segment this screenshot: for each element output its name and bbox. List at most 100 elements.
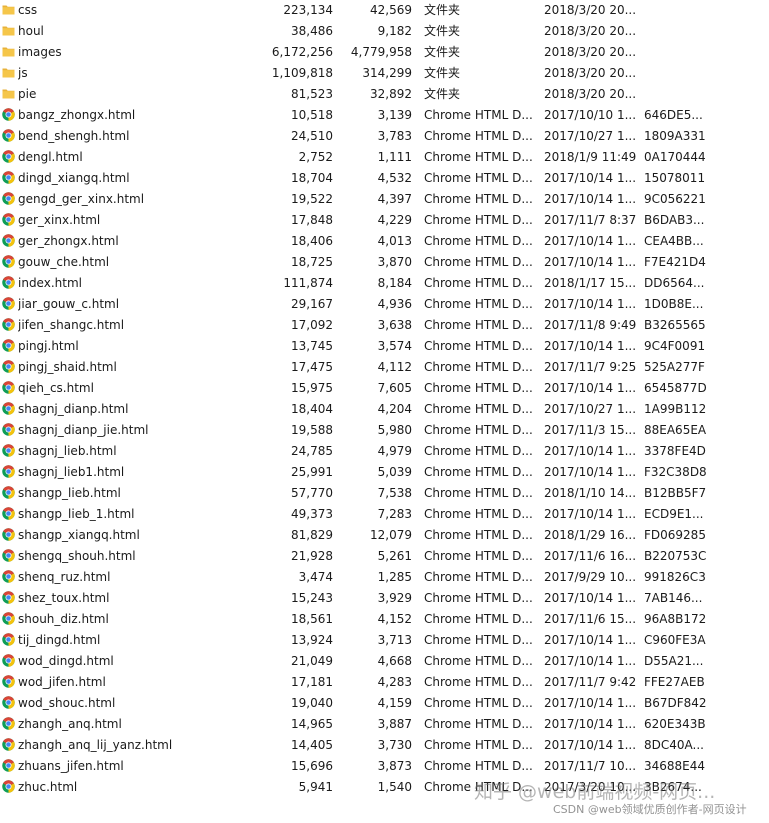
- crc-value: 1809A331: [644, 129, 706, 143]
- file-size: 24,510: [291, 129, 333, 143]
- folder-row[interactable]: houl 38,486 9,182 文件夹 2018/3/20 20...: [0, 21, 769, 42]
- folder-row[interactable]: css 223,134 42,569 文件夹 2018/3/20 20...: [0, 0, 769, 21]
- file-type: Chrome HTML D...: [424, 192, 533, 206]
- modified-date: 2017/10/14 1...: [544, 444, 636, 458]
- crc-value: C960FE3A: [644, 633, 706, 647]
- file-row[interactable]: shangp_lieb_1.html 49,373 7,283 Chrome HTML…: [0, 504, 769, 525]
- file-row[interactable]: tij_dingd.html 13,924 3,713 Chrome HTML D..…: [0, 630, 769, 651]
- modified-date: 2018/3/20 20...: [544, 66, 636, 80]
- file-type: Chrome HTML D...: [424, 360, 533, 374]
- file-row[interactable]: zhangh_anq.html 14,965 3,887 Chrome HTML D.…: [0, 714, 769, 735]
- packed-size: 4,532: [377, 171, 412, 185]
- file-row[interactable]: bangz_zhongx.html 10,518 3,139 Chrome HTML …: [0, 105, 769, 126]
- file-row[interactable]: wod_dingd.html 21,049 4,668 Chrome HTML D..…: [0, 651, 769, 672]
- file-row[interactable]: jiar_gouw_c.html 29,167 4,936 Chrome HTML D…: [0, 294, 769, 315]
- file-name: ger_xinx.html: [18, 213, 101, 227]
- modified-date: 2017/10/14 1...: [544, 717, 636, 731]
- modified-date: 2017/11/7 9:42: [544, 675, 636, 689]
- file-name: pie: [18, 87, 37, 101]
- file-name: ger_zhongx.html: [18, 234, 119, 248]
- file-name: bend_shengh.html: [18, 129, 130, 143]
- chrome-html-icon: [2, 234, 15, 247]
- file-row[interactable]: pingj.html 13,745 3,574 Chrome HTML D... 201…: [0, 336, 769, 357]
- folder-icon: [2, 66, 15, 79]
- file-row[interactable]: zhuans_jifen.html 15,696 3,873 Chrome HTML …: [0, 756, 769, 777]
- modified-date: 2018/1/17 15...: [544, 276, 636, 290]
- file-type: Chrome HTML D...: [424, 255, 533, 269]
- file-size: 29,167: [291, 297, 333, 311]
- file-row[interactable]: shagnj_lieb.html 24,785 4,979 Chrome HTML D…: [0, 441, 769, 462]
- crc-value: 646DE5...: [644, 108, 703, 122]
- file-row[interactable]: ger_xinx.html 17,848 4,229 Chrome HTML D...…: [0, 210, 769, 231]
- file-name: shagnj_dianp_jie.html: [18, 423, 149, 437]
- file-row[interactable]: index.html 111,874 8,184 Chrome HTML D... 20…: [0, 273, 769, 294]
- file-row[interactable]: shenq_ruz.html 3,474 1,285 Chrome HTML D...…: [0, 567, 769, 588]
- file-row[interactable]: shagnj_dianp.html 18,404 4,204 Chrome HTML …: [0, 399, 769, 420]
- chrome-html-icon: [2, 339, 15, 352]
- packed-size: 4,397: [377, 192, 412, 206]
- chrome-html-icon: [2, 591, 15, 604]
- packed-size: 3,730: [377, 738, 412, 752]
- packed-size: 1,111: [377, 150, 412, 164]
- file-name: houl: [18, 24, 44, 38]
- chrome-html-icon: [2, 696, 15, 709]
- file-row[interactable]: ger_zhongx.html 18,406 4,013 Chrome HTML D.…: [0, 231, 769, 252]
- folder-icon: [2, 87, 15, 100]
- file-row[interactable]: shangp_xiangq.html 81,829 12,079 Chrome HTM…: [0, 525, 769, 546]
- packed-size: 42,569: [370, 3, 412, 17]
- folder-row[interactable]: pie 81,523 32,892 文件夹 2018/3/20 20...: [0, 84, 769, 105]
- folder-row[interactable]: js 1,109,818 314,299 文件夹 2018/3/20 20...: [0, 63, 769, 84]
- packed-size: 7,283: [377, 507, 412, 521]
- file-row[interactable]: shez_toux.html 15,243 3,929 Chrome HTML D..…: [0, 588, 769, 609]
- packed-size: 4,229: [377, 213, 412, 227]
- file-row[interactable]: zhangh_anq_lij_yanz.html 14,405 3,730 Chrom…: [0, 735, 769, 756]
- crc-value: 96A8B172: [644, 612, 707, 626]
- file-row[interactable]: shagnj_lieb1.html 25,991 5,039 Chrome HTML …: [0, 462, 769, 483]
- file-row[interactable]: dingd_xiangq.html 18,704 4,532 Chrome HTML …: [0, 168, 769, 189]
- file-type: Chrome HTML D...: [424, 108, 533, 122]
- packed-size: 5,261: [377, 549, 412, 563]
- packed-size: 3,887: [377, 717, 412, 731]
- file-row[interactable]: gengd_ger_xinx.html 19,522 4,397 Chrome HTM…: [0, 189, 769, 210]
- file-type: Chrome HTML D...: [424, 402, 533, 416]
- file-size: 17,475: [291, 360, 333, 374]
- file-type: Chrome HTML D...: [424, 759, 533, 773]
- file-row[interactable]: wod_jifen.html 17,181 4,283 Chrome HTML D..…: [0, 672, 769, 693]
- crc-value: B220753C: [644, 549, 707, 563]
- file-type: Chrome HTML D...: [424, 612, 533, 626]
- file-type: Chrome HTML D...: [424, 696, 533, 710]
- file-row[interactable]: pingj_shaid.html 17,475 4,112 Chrome HTML D…: [0, 357, 769, 378]
- file-row[interactable]: shouh_diz.html 18,561 4,152 Chrome HTML D..…: [0, 609, 769, 630]
- packed-size: 4,112: [377, 360, 412, 374]
- file-type: Chrome HTML D...: [424, 675, 533, 689]
- file-type: Chrome HTML D...: [424, 423, 533, 437]
- file-type: Chrome HTML D...: [424, 150, 533, 164]
- file-name: shagnj_lieb.html: [18, 444, 117, 458]
- file-row[interactable]: bend_shengh.html 24,510 3,783 Chrome HTML D…: [0, 126, 769, 147]
- file-row[interactable]: jifen_shangc.html 17,092 3,638 Chrome HTML …: [0, 315, 769, 336]
- file-row[interactable]: gouw_che.html 18,725 3,870 Chrome HTML D...…: [0, 252, 769, 273]
- modified-date: 2017/10/10 1...: [544, 108, 636, 122]
- file-row[interactable]: qieh_cs.html 15,975 7,605 Chrome HTML D... 2…: [0, 378, 769, 399]
- file-size: 19,588: [291, 423, 333, 437]
- file-row[interactable]: dengl.html 2,752 1,111 Chrome HTML D... 2018…: [0, 147, 769, 168]
- file-type: Chrome HTML D...: [424, 234, 533, 248]
- crc-value: 620E343B: [644, 717, 706, 731]
- crc-value: B6DAB3...: [644, 213, 705, 227]
- modified-date: 2017/10/14 1...: [544, 381, 636, 395]
- chrome-html-icon: [2, 276, 15, 289]
- modified-date: 2017/10/14 1...: [544, 633, 636, 647]
- folder-row[interactable]: images 6,172,256 4,779,958 文件夹 2018/3/20 20.…: [0, 42, 769, 63]
- modified-date: 2017/11/7 10...: [544, 759, 636, 773]
- file-size: 49,373: [291, 507, 333, 521]
- file-row[interactable]: wod_shouc.html 19,040 4,159 Chrome HTML D..…: [0, 693, 769, 714]
- file-row[interactable]: shagnj_dianp_jie.html 19,588 5,980 Chrome H…: [0, 420, 769, 441]
- crc-value: FD069285: [644, 528, 706, 542]
- file-size: 18,404: [291, 402, 333, 416]
- file-row[interactable]: shengq_shouh.html 21,928 5,261 Chrome HTML …: [0, 546, 769, 567]
- crc-value: CEA4BB...: [644, 234, 704, 248]
- packed-size: 4,283: [377, 675, 412, 689]
- file-row[interactable]: shangp_lieb.html 57,770 7,538 Chrome HTML D…: [0, 483, 769, 504]
- crc-value: 9C056221: [644, 192, 706, 206]
- file-type: Chrome HTML D...: [424, 507, 533, 521]
